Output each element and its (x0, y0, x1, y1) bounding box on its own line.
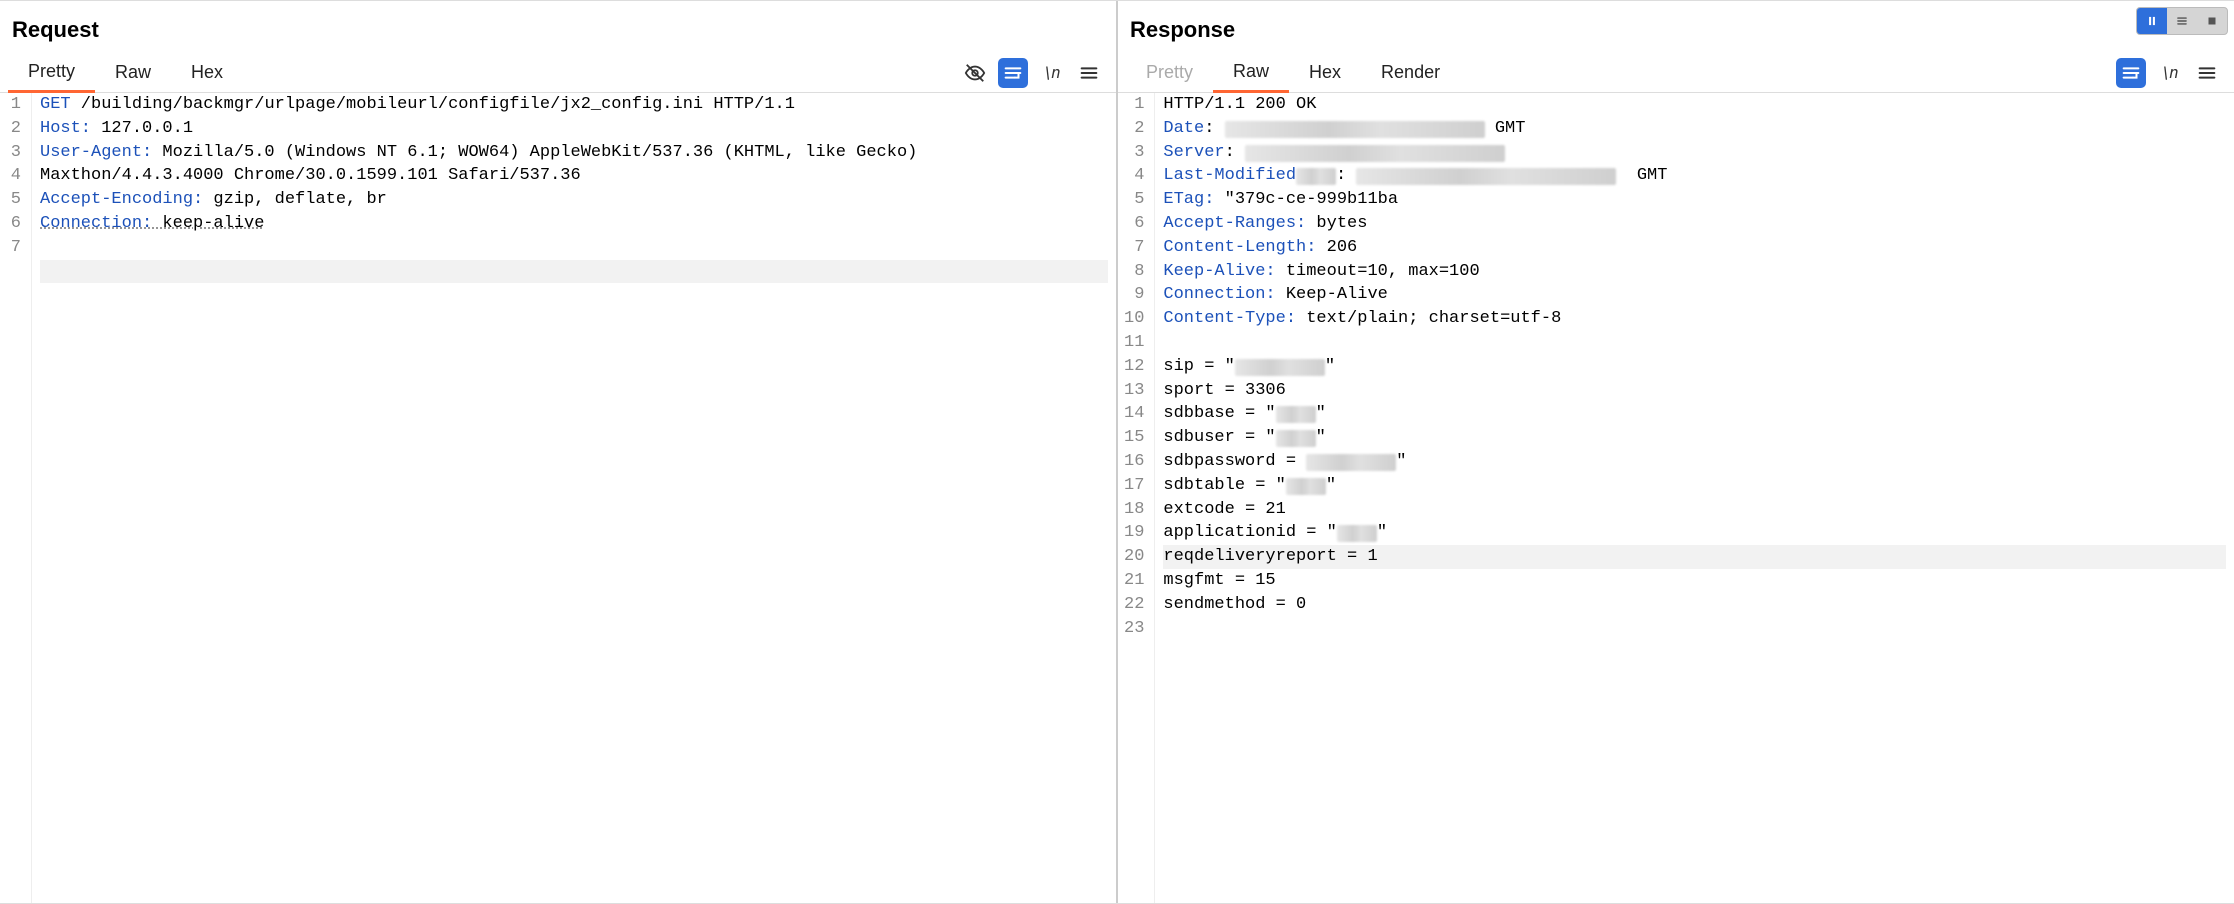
request-panel: Request Pretty Raw Hex \n (0, 1, 1116, 903)
show-newlines-button[interactable]: \n (1036, 58, 1066, 88)
response-editor[interactable]: 1234567891011121314151617181920212223 HT… (1118, 93, 2234, 903)
visibility-off-icon[interactable] (960, 58, 990, 88)
split-view: Request Pretty Raw Hex \n (0, 0, 2234, 904)
request-tabbar: Pretty Raw Hex \n (0, 53, 1116, 93)
response-tabbar: Pretty Raw Hex Render \n (1118, 53, 2234, 93)
show-newlines-button[interactable]: \n (2154, 58, 2184, 88)
request-title: Request (0, 1, 1116, 53)
response-code[interactable]: HTTP/1.1 200 OKDate: GMTServer: Last-Mod… (1155, 93, 2234, 903)
response-gutter: 1234567891011121314151617181920212223 (1118, 93, 1155, 903)
response-title: Response (1118, 1, 2234, 53)
tab-raw[interactable]: Raw (95, 54, 171, 91)
menu-icon[interactable] (1074, 58, 1104, 88)
stop-button[interactable] (2197, 8, 2227, 34)
wrap-toggle-icon[interactable] (998, 58, 1028, 88)
response-panel: Response Pretty Raw Hex Render \n 123456… (1116, 1, 2234, 903)
tab-pretty[interactable]: Pretty (8, 53, 95, 93)
request-code[interactable]: GET /building/backmgr/urlpage/mobileurl/… (32, 93, 1116, 903)
wrap-toggle-icon[interactable] (2116, 58, 2146, 88)
tab-raw[interactable]: Raw (1213, 53, 1289, 93)
list-button[interactable] (2167, 8, 2197, 34)
tab-hex[interactable]: Hex (1289, 54, 1361, 91)
tab-pretty[interactable]: Pretty (1126, 54, 1213, 91)
pause-button[interactable] (2137, 8, 2167, 34)
tab-render[interactable]: Render (1361, 54, 1460, 91)
menu-icon[interactable] (2192, 58, 2222, 88)
tab-hex[interactable]: Hex (171, 54, 243, 91)
request-editor[interactable]: 1234567 GET /building/backmgr/urlpage/mo… (0, 93, 1116, 903)
intercept-toolbar (2136, 7, 2228, 35)
request-gutter: 1234567 (0, 93, 32, 903)
